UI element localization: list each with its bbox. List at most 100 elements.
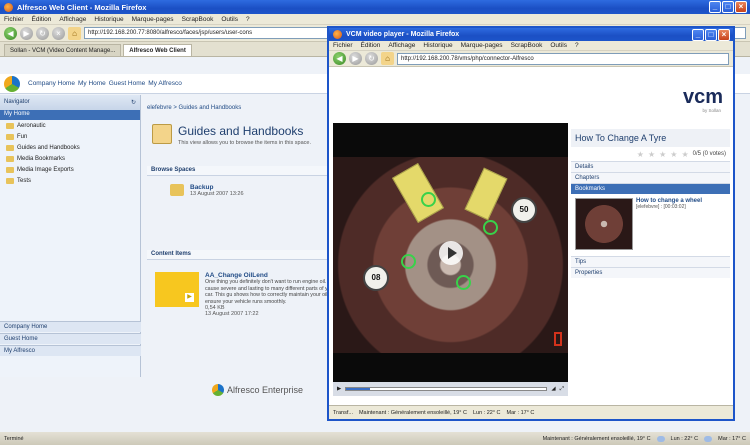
video-close-button[interactable]: × [718,29,730,41]
video-menu-bar: Fichier Édition Affichage Historique Mar… [329,41,733,51]
header-link-company-home[interactable]: Company Home [28,80,75,87]
play-icon[interactable]: ▶ [185,293,194,302]
tree-item-media-image-exports[interactable]: Media Image Exports [0,164,140,175]
space-item-backup[interactable]: Backup 13 August 2007 13:26 [170,184,244,197]
menu-marque-pages[interactable]: Marque-pages [132,16,174,23]
bookmark-thumbnail[interactable] [575,198,633,250]
alfresco-logo-icon [4,75,20,92]
header-link-my-home[interactable]: My Home [78,80,106,87]
header-link-guest-home[interactable]: Guest Home [109,80,146,87]
play-icon[interactable]: ▶ [337,386,341,392]
menu-outils[interactable]: Outils [221,16,238,23]
tree-item-guides[interactable]: Guides and Handbooks [0,142,140,153]
seek-bar[interactable] [345,387,548,391]
menu-edition[interactable]: Édition [32,16,52,23]
star-icon[interactable]: ★ [648,150,655,159]
refresh-icon[interactable]: ↻ [131,99,136,106]
nav-bottom-my-alfresco[interactable]: My Alfresco [0,345,141,356]
weather-tue: Mar : 17° C [506,409,535,416]
bookmark-item[interactable]: How to change a wheel [elefebvre] : [00:… [575,198,726,252]
menu-marque-pages[interactable]: Marque-pages [461,42,503,49]
video-url-field[interactable]: http://192.168.200.78/vms/php/connector-… [397,52,729,65]
main-title-bar[interactable]: Alfresco Web Client - Mozilla Firefox _ … [0,0,750,14]
menu-affichage[interactable]: Affichage [59,16,86,23]
tree-item-fun[interactable]: Fun [0,131,140,142]
tape-mark [464,167,508,221]
forward-arrow-icon[interactable]: ▶ [20,26,33,40]
menu-edition[interactable]: Édition [361,42,381,49]
back-arrow-icon[interactable]: ◀ [333,52,346,65]
section-details[interactable]: Details [571,161,730,172]
reload-icon[interactable]: ↻ [36,26,49,40]
section-tips[interactable]: Tips [571,256,730,267]
tape-mark [392,162,444,224]
space-name[interactable]: Backup [190,184,244,191]
nav-bottom-company-home[interactable]: Company Home [0,321,141,332]
menu-fichier[interactable]: Fichier [4,16,24,23]
weather-now: Maintenant : Généralement ensoleillé, 19… [542,435,651,442]
space-date: 13 August 2007 13:26 [190,191,244,197]
video-player[interactable]: 50 08 ▶ ◢ ⤢ [333,123,568,396]
menu-help[interactable]: ? [246,16,250,23]
folder-icon [6,155,14,162]
navigator-label[interactable]: Navigator [4,99,30,106]
minimize-button[interactable]: _ [709,1,721,13]
content-thumbnail[interactable]: ▶ [155,272,199,307]
fullscreen-icon[interactable]: ⤢ [560,386,564,393]
section-bookmarks[interactable]: Bookmarks [571,183,730,194]
menu-fichier[interactable]: Fichier [333,42,353,49]
video-minimize-button[interactable]: _ [692,29,704,41]
star-icon[interactable]: ★ [659,150,666,159]
star-icon[interactable]: ★ [670,150,677,159]
folder-icon [6,166,14,173]
breadcrumb[interactable]: elefebvre > Guides and Handbooks [147,105,241,111]
content-items-header[interactable]: Content Items [147,250,335,260]
stop-icon[interactable]: × [52,26,65,40]
close-button[interactable]: × [735,1,747,13]
reload-icon[interactable]: ↻ [365,52,378,65]
home-icon[interactable]: ⌂ [381,52,394,65]
star-icon[interactable]: ★ [681,150,688,159]
tree-item-tests[interactable]: Tests [0,175,140,186]
tree-label: Guides and Handbooks [17,144,80,151]
weather-icon [704,435,713,442]
home-icon[interactable]: ⌂ [68,26,81,40]
folder-icon [6,144,14,151]
volume-icon[interactable]: ◢ [551,386,555,392]
weather-mon: Lun : 22° C [670,435,699,442]
nav-bottom-guest-home[interactable]: Guest Home [0,333,141,344]
main-status-bar: Terminé Maintenant : Généralement ensole… [0,432,750,445]
page-description: This view allows you to browse the items… [178,140,311,146]
content-item-name[interactable]: AA_Change OilLend [205,272,345,279]
header-link-my-alfresco[interactable]: My Alfresco [148,80,182,87]
content-item-date: 13 August 2007 17:22 [205,311,259,317]
section-properties[interactable]: Properties [571,267,730,278]
tab-alfresco[interactable]: Alfresco Web Client [123,44,192,56]
section-chapters[interactable]: Chapters [571,172,730,183]
tree-item-aeronautic[interactable]: Aeronautic [0,120,140,131]
menu-affichage[interactable]: Affichage [388,42,415,49]
content-item[interactable]: ▶ AA_Change OilLend One thing you defini… [155,272,345,317]
tree-label: Fun [17,133,28,140]
menu-scrapbook[interactable]: ScrapBook [511,42,543,49]
video-frame[interactable]: 50 08 [333,157,568,353]
maximize-button[interactable]: □ [722,1,734,13]
status-text: Transf... [333,409,353,416]
video-play-button[interactable] [439,241,463,265]
forward-arrow-icon[interactable]: ▶ [349,52,362,65]
video-maximize-button[interactable]: □ [705,29,717,41]
browse-spaces-header[interactable]: Browse Spaces [147,166,335,176]
menu-scrapbook[interactable]: ScrapBook [182,16,214,23]
page-title: Guides and Handbooks [178,124,304,138]
tab-vcm[interactable]: Sollan - VCM (Video Content Manage... [4,44,122,56]
menu-outils[interactable]: Outils [550,42,567,49]
tree-item-media-bookmarks[interactable]: Media Bookmarks [0,153,140,164]
menu-help[interactable]: ? [575,42,579,49]
menu-historique[interactable]: Historique [94,16,123,23]
video-title-bar[interactable]: VCM video player - Mozilla Firefox _ □ × [329,28,733,41]
star-icon[interactable]: ★ [637,150,644,159]
menu-historique[interactable]: Historique [423,42,452,49]
weather-mon: Lun : 22° C [472,409,501,416]
navigator-my-home[interactable]: My Home [0,110,140,120]
back-arrow-icon[interactable]: ◀ [4,26,17,40]
